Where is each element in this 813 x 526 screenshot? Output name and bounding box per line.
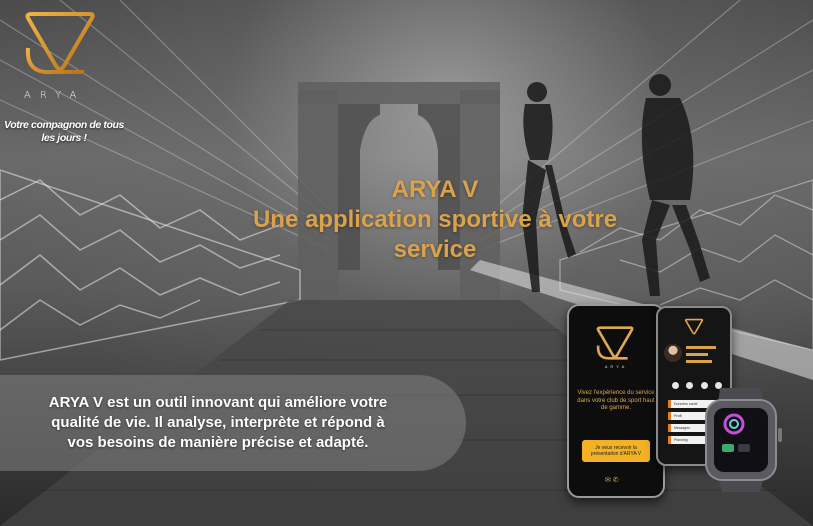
phone-wordmark: ARYA (604, 364, 628, 369)
phone-logo-icon (596, 326, 634, 360)
description-line1: ARYA V est un outil innovant qui amélior… (48, 394, 388, 411)
smartwatch-icon (705, 388, 782, 492)
phone-mockup-front: ARYA Vivez l'expérience du service dans … (567, 304, 665, 498)
headline-line1: ARYA V (391, 176, 479, 203)
profile-line (686, 353, 708, 356)
phone2-logo-icon (684, 318, 704, 335)
profile-line (686, 346, 716, 349)
headline-line2: Une application sportive à votre (252, 206, 618, 233)
profile-avatar (664, 344, 682, 362)
description-line3: vos besoins de manière précise et adapté… (67, 434, 369, 451)
phone-contact-icons: ✉ ✆ (605, 477, 619, 484)
phone-request-button[interactable]: Je veux recevoir la présentation d'ARYA … (582, 440, 650, 462)
description-text: ARYA V est un outil innovant qui amélior… (18, 393, 418, 453)
arya-triangle-logo-icon (25, 12, 95, 75)
tagline-line2: les jours ! (41, 131, 87, 144)
phone-promo-text: Vivez l'expérience du service dans votre… (577, 390, 655, 411)
arya-wordmark: ARYA (24, 90, 86, 101)
headline-line3: service (393, 236, 477, 263)
profile-line (686, 360, 712, 363)
description-line2: qualité de vie. Il analyse, interprète e… (51, 414, 385, 431)
tagline-line1: Votre compagnon de tous (4, 119, 124, 131)
hero-headline: ARYA V Une application sportive à votre … (200, 175, 670, 265)
tagline: Votre compagnon de tous les jours ! (0, 119, 128, 144)
